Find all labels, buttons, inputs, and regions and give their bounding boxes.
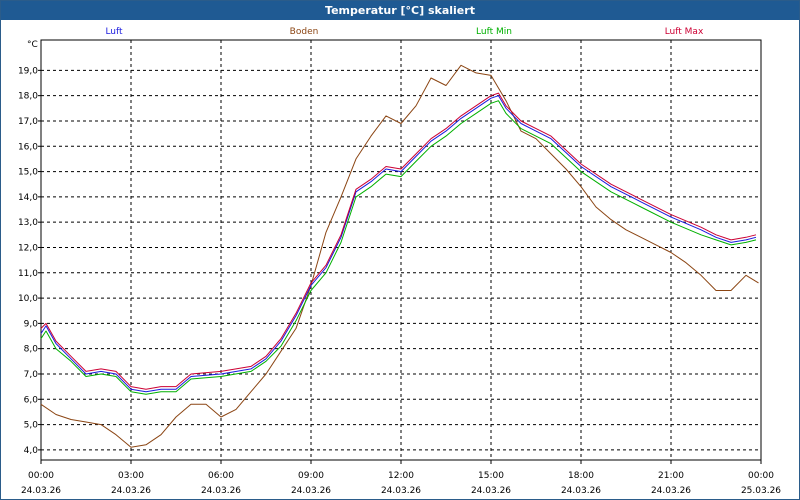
y-tick-label: 15,0 [18, 168, 38, 178]
legend-item-luft-max: Luft Max [665, 27, 704, 37]
legend-item-luft-min: Luft Min [476, 27, 512, 37]
x-axis: 00:00 24.03.26 03:00 24.03.26 06:00 24.03.26 0… [21, 460, 781, 496]
x-tick-date: 24.03.26 [471, 486, 511, 496]
x-tick-time: 06:00 [208, 471, 234, 481]
x-tick-time: 00:00 [28, 471, 54, 481]
y-tick-label: 7,0 [24, 370, 39, 380]
chart-legend: Luft Boden Luft Min Luft Max [105, 27, 704, 37]
x-tick-time: 18:00 [568, 471, 594, 481]
y-tick-label: 11,0 [18, 269, 38, 279]
y-tick-label: 12,0 [18, 243, 38, 253]
y-tick-label: 5,0 [24, 421, 39, 431]
grid [41, 40, 761, 460]
y-tick-label: 4,0 [24, 446, 39, 456]
temperature-chart: Luft Boden Luft Min Luft Max °C 4,0 5,0 6,0 7,… [18, 27, 781, 496]
chart-window: Temperatur [°C] skaliert Luft Boden Luft M… [0, 0, 800, 500]
y-tick-label: 14,0 [18, 193, 38, 203]
x-tick-time: 03:00 [118, 471, 144, 481]
y-axis-unit: °C [27, 40, 38, 50]
y-tick-label: 13,0 [18, 218, 38, 228]
legend-item-luft: Luft [105, 27, 123, 37]
y-tick-label: 16,0 [18, 142, 38, 152]
x-tick-time: 21:00 [658, 471, 684, 481]
x-tick-time: 12:00 [388, 471, 414, 481]
x-tick-time: 15:00 [478, 471, 504, 481]
y-axis: 4,0 5,0 6,0 7,0 8,0 9,0 10,0 11,0 12,0 13,0 14,0 15… [18, 66, 41, 456]
y-tick-label: 8,0 [24, 345, 39, 355]
series-line-luft [40, 95, 757, 393]
x-tick-date: 24.03.26 [111, 486, 151, 496]
window-title: Temperatur [°C] skaliert [1, 1, 799, 20]
y-tick-label: 17,0 [18, 117, 38, 127]
y-tick-label: 9,0 [24, 319, 39, 329]
x-tick-time: 00:00 [748, 471, 774, 481]
x-tick-date: 24.03.26 [21, 486, 61, 496]
x-tick-time: 09:00 [298, 471, 324, 481]
series-lines [40, 64, 759, 448]
x-tick-date: 24.03.26 [201, 486, 241, 496]
x-tick-date: 24.03.26 [291, 486, 331, 496]
legend-item-boden: Boden [290, 27, 319, 37]
x-tick-date: 24.03.26 [651, 486, 691, 496]
y-tick-label: 18,0 [18, 92, 38, 102]
y-tick-label: 6,0 [24, 395, 39, 405]
y-tick-label: 19,0 [18, 66, 38, 76]
x-tick-date: 24.03.26 [381, 486, 421, 496]
y-tick-label: 10,0 [18, 294, 38, 304]
x-tick-date: 25.03.26 [741, 486, 781, 496]
x-tick-date: 24.03.26 [561, 486, 601, 496]
series-line-boden [40, 64, 759, 448]
